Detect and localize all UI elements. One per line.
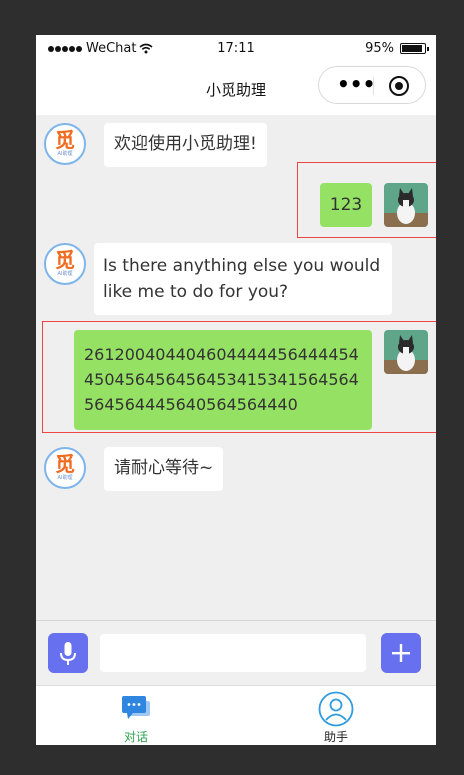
input-bar [36, 620, 436, 685]
assistant-logo-glyph: 觅 [55, 128, 75, 152]
tab-chat[interactable]: 对话 [36, 686, 236, 745]
assistant-logo-caption: AI助理 [57, 151, 73, 157]
battery-percent: 95% [365, 41, 394, 56]
tab-assistant[interactable]: 助手 [236, 686, 436, 745]
user-avatar [384, 330, 428, 374]
assistant-logo-caption: AI助理 [57, 475, 73, 481]
tab-chat-label: 对话 [123, 730, 148, 744]
user-message-bubble: 2612004044046044444564444544504564564564… [74, 330, 372, 430]
navigation-bar: 小觅助理 ••• [36, 63, 436, 115]
chat-list[interactable]: 觅 AI助理 欢迎使用小觅助理! 123 觅 AI助理 Is there any… [36, 115, 436, 620]
battery-icon [400, 43, 429, 54]
assistant-avatar: 觅 AI助理 [44, 243, 86, 285]
phone-screen: WeChat 17:11 95% 小觅助理 ••• 觅 AI助理 欢迎使用小觅助… [36, 35, 436, 745]
message-input[interactable] [100, 634, 366, 672]
assistant-logo-glyph: 觅 [55, 248, 75, 272]
assistant-logo-caption: AI助理 [57, 271, 73, 277]
assistant-message-bubble: 请耐心等待~ [104, 447, 224, 491]
capsule-divider [373, 77, 374, 95]
more-menu-icon[interactable]: ••• [337, 74, 375, 94]
chat-bubbles-icon [122, 696, 150, 719]
voice-button[interactable] [48, 633, 88, 673]
status-bar: WeChat 17:11 95% [36, 35, 436, 63]
microphone-icon [60, 642, 76, 665]
battery-group: 95% [365, 41, 429, 56]
tab-assistant-label: 助手 [323, 730, 348, 744]
user-avatar [384, 183, 428, 227]
assistant-logo-glyph: 觅 [55, 452, 75, 476]
user-profile-icon [318, 691, 354, 727]
assistant-message-bubble: Is there anything else you would like me… [94, 243, 392, 315]
tab-bar: 对话 助手 [36, 685, 436, 745]
assistant-avatar: 觅 AI助理 [44, 447, 86, 489]
add-button[interactable] [381, 633, 421, 673]
close-miniprogram-icon[interactable] [389, 76, 409, 96]
assistant-message-bubble: 欢迎使用小觅助理! [104, 123, 267, 167]
user-message-bubble: 123 [320, 183, 372, 227]
plus-icon [392, 644, 410, 662]
miniprogram-capsule: ••• [318, 66, 426, 104]
assistant-avatar: 觅 AI助理 [44, 123, 86, 165]
